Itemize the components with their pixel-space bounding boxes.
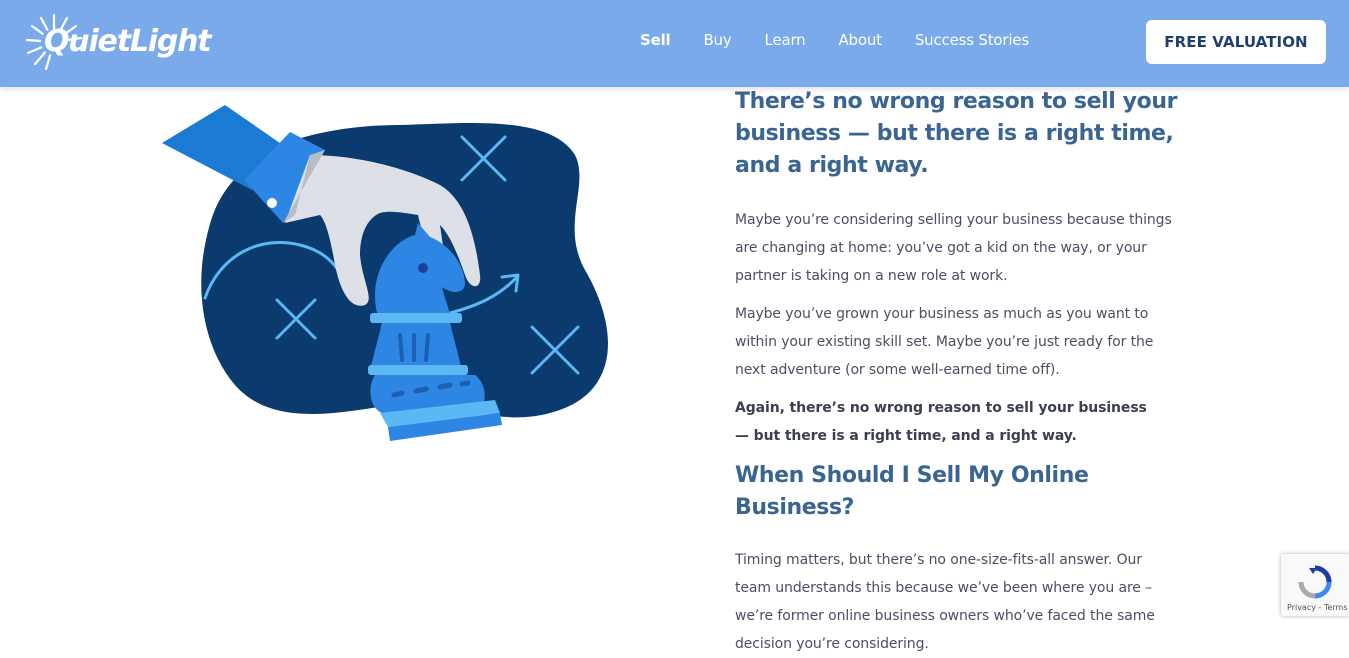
free-valuation-button[interactable]: FREE VALUATION [1146,20,1326,64]
recaptcha-icon [1298,565,1332,599]
paragraph-3: Again, there’s no wrong reason to sell y… [735,400,1147,444]
main-content: There’s no wrong reason to sell your bus… [735,86,1210,658]
main-nav: Sell Buy Learn About Success Stories [640,30,1062,50]
knight-eye [418,263,428,273]
knight-collar [370,313,462,323]
logo[interactable]: QuietLight [24,10,214,76]
nav-item-success-stories[interactable]: Success Stories [915,30,1029,50]
site-header: QuietLight Sell Buy Learn About Success … [0,0,1349,87]
paragraph-1: Maybe you’re considering selling your bu… [735,212,1172,284]
paragraph-4: Timing matters, but there’s no one-size-… [735,552,1155,652]
recaptcha-terms[interactable]: Privacy - Terms [1287,603,1348,612]
nav-item-buy[interactable]: Buy [703,30,731,50]
logo-text: QuietLight [44,24,212,59]
nav-item-about[interactable]: About [838,30,882,50]
paragraph-2: Maybe you’ve grown your business as much… [735,306,1154,378]
section-heading: When Should I Sell My Online Business? [735,463,1089,520]
nav-item-learn[interactable]: Learn [765,30,806,50]
cuff-button [267,198,277,208]
recaptcha-badge[interactable]: Privacy - Terms [1281,554,1349,616]
chess-hand-illustration [162,105,608,441]
page-heading: There’s no wrong reason to sell your bus… [735,89,1178,178]
nav-item-sell[interactable]: Sell [640,30,671,50]
knight-ring [368,365,468,375]
